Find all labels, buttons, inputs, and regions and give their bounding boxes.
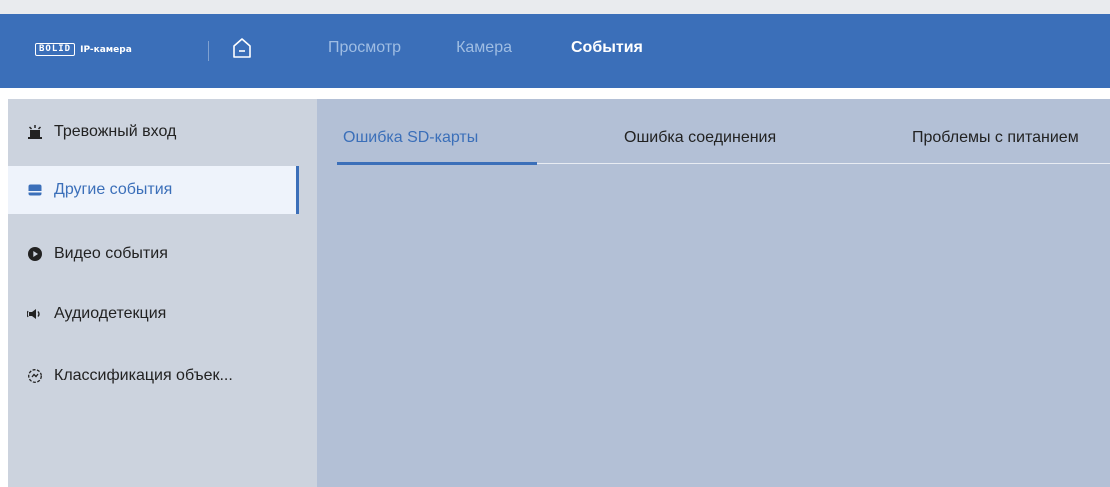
active-tab-indicator — [337, 162, 537, 165]
nav-item-camera[interactable]: Камера — [456, 38, 512, 58]
sidebar-item-other-events[interactable]: Другие события — [8, 166, 299, 214]
header-bar: BOLID IP-камера Просмотр Камера События — [0, 14, 1110, 88]
video-events-icon — [26, 245, 44, 263]
top-nav: Просмотр Камера События — [328, 38, 643, 58]
nav-item-events[interactable]: События — [571, 38, 643, 58]
tab-connection-error[interactable]: Ошибка соединения — [624, 128, 776, 148]
sidebar-item-label: Другие события — [54, 181, 173, 198]
logo-brand: BOLID — [35, 43, 76, 56]
object-classification-icon — [26, 367, 44, 385]
main-panel: Ошибка SD-карты Ошибка соединения Пробле… — [317, 99, 1110, 487]
sidebar-item-object-classification[interactable]: Классификация объек... — [8, 352, 317, 400]
sidebar-item-audio-detection[interactable]: Аудиодетекция — [8, 290, 317, 338]
nav-item-view[interactable]: Просмотр — [328, 38, 401, 58]
sidebar-item-video-events[interactable]: Видео события — [8, 230, 317, 278]
top-strip — [0, 0, 1110, 14]
sidebar-item-label: Видео события — [54, 245, 168, 262]
other-events-icon — [26, 181, 44, 199]
header-divider — [208, 41, 209, 61]
tab-sd-card-error[interactable]: Ошибка SD-карты — [343, 128, 478, 148]
sidebar-item-label: Тревожный вход — [54, 123, 177, 140]
sidebar: Тревожный вход Другие события Видео собы… — [8, 99, 317, 487]
home-icon[interactable] — [232, 37, 252, 59]
audio-detection-icon — [26, 305, 44, 323]
logo: BOLID IP-камера — [35, 43, 132, 56]
alarm-input-icon — [26, 123, 44, 141]
page: BOLID IP-камера Просмотр Камера События — [0, 0, 1110, 487]
tab-power-problems[interactable]: Проблемы с питанием — [912, 128, 1079, 148]
sidebar-item-label: Классификация объек... — [54, 367, 233, 384]
tab-bar: Ошибка SD-карты Ошибка соединения Пробле… — [317, 99, 1110, 165]
logo-product: IP-камера — [80, 44, 132, 55]
sidebar-item-alarm-input[interactable]: Тревожный вход — [8, 108, 317, 156]
sidebar-item-label: Аудиодетекция — [54, 305, 167, 322]
